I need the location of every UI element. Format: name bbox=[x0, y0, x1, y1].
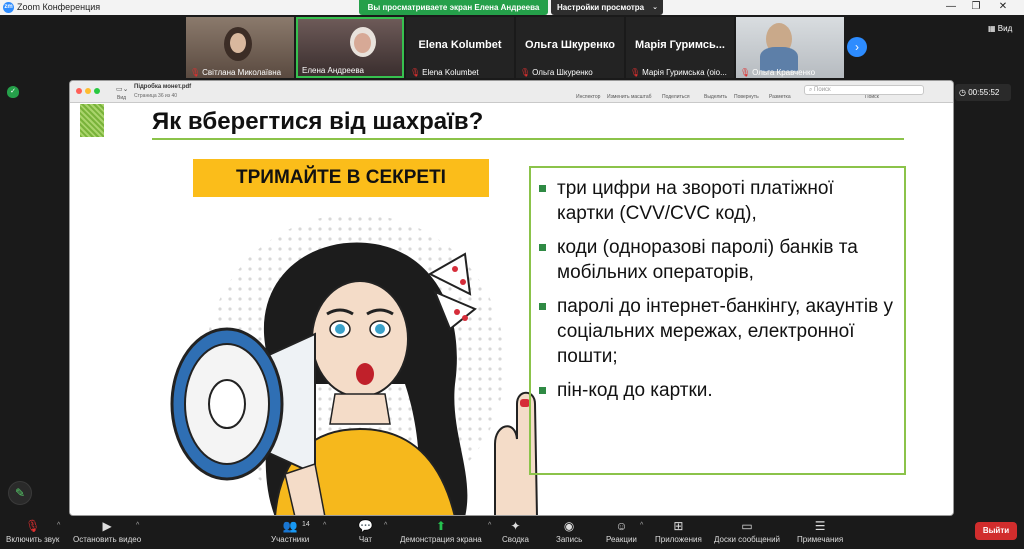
maximize-button[interactable]: ❐ bbox=[969, 1, 983, 12]
minimize-button[interactable]: — bbox=[944, 1, 958, 12]
share-button[interactable]: Поделиться bbox=[662, 94, 690, 100]
participant-name: Елена Андреева bbox=[302, 66, 364, 75]
keep-secret-banner: ТРИМАЙТЕ В СЕКРЕТІ bbox=[193, 159, 489, 197]
video-options-caret[interactable]: ^ bbox=[136, 522, 139, 529]
zoom-button[interactable]: Изменить масштаб bbox=[607, 94, 652, 100]
reactions-button[interactable]: ☺ Реакции bbox=[606, 517, 637, 544]
list-item: пін-код до картки. bbox=[539, 378, 894, 403]
list-item: три цифри на звороті платіжної картки (C… bbox=[539, 176, 894, 226]
video-camera-icon: ▶ bbox=[102, 519, 112, 533]
minimize-traffic-light[interactable] bbox=[85, 88, 91, 94]
participant-tile[interactable]: 🎙 Світлана Миколаївна bbox=[186, 17, 294, 78]
whiteboard-icon: ▭ bbox=[741, 519, 753, 533]
annotate-pen-icon[interactable]: ✎ bbox=[8, 481, 32, 505]
rotate-button[interactable]: Повернуть bbox=[734, 94, 759, 100]
mic-off-icon: 🎙 bbox=[520, 68, 531, 77]
mic-off-icon: 🎙 bbox=[410, 68, 421, 77]
participant-display-name: Ольга Шкуренко bbox=[524, 39, 615, 51]
view-button[interactable]: ▦ Вид bbox=[988, 24, 1012, 33]
view-settings-button[interactable]: Настройки просмотра ⌄ bbox=[551, 0, 663, 15]
participant-tile[interactable]: Ольга Шкуренко 🎙 Ольга Шкуренко bbox=[516, 17, 624, 78]
view-settings-label: Настройки просмотра bbox=[557, 3, 645, 12]
megaphone bbox=[170, 327, 326, 515]
mic-off-icon: 🎙 bbox=[25, 519, 41, 533]
participant-tile-active-speaker[interactable]: Елена Андреева bbox=[296, 17, 404, 78]
summary-icon: ✦ bbox=[510, 519, 521, 533]
inspector-button[interactable]: Инспектор bbox=[576, 94, 600, 100]
tips-list: три цифри на звороті платіжної картки (C… bbox=[529, 166, 906, 475]
unmute-button[interactable]: 🎙 Включить звук bbox=[6, 517, 59, 544]
page-indicator: Страница 36 из 40 bbox=[134, 93, 178, 99]
view-menu-label[interactable]: Вид bbox=[117, 95, 126, 101]
mic-off-icon: 🎙 bbox=[190, 68, 201, 77]
whiteboards-button[interactable]: ▭ Доски сообщений bbox=[714, 517, 780, 544]
participant-name: 🎙 Elena Kolumbet bbox=[410, 68, 479, 77]
decorative-pattern bbox=[80, 104, 104, 137]
meeting-controls: 🎙 Включить звук ^ ▶ Остановить видео ^ 👥… bbox=[0, 517, 1024, 549]
participant-face bbox=[230, 33, 246, 53]
record-icon: ◉ bbox=[563, 519, 575, 533]
grid-icon: ▦ bbox=[988, 24, 996, 33]
window-title: Zoom Конференция bbox=[17, 2, 101, 12]
record-button[interactable]: ◉ Запись bbox=[556, 517, 582, 544]
document-filename: Підробка монет.pdf bbox=[134, 84, 192, 90]
emoji-icon: ☺ bbox=[615, 519, 628, 533]
apps-button[interactable]: ⊞ Приложения bbox=[655, 517, 702, 544]
participant-name: 🎙 Ольга Кравченко bbox=[740, 68, 816, 77]
participant-name: 🎙 Марія Гуримська (оіо... bbox=[630, 68, 727, 77]
close-button[interactable]: ✕ bbox=[996, 1, 1010, 12]
share-screen-icon: ⬆ bbox=[435, 519, 446, 533]
leave-meeting-button[interactable]: Выйти bbox=[975, 522, 1017, 540]
clock-icon: ◷ bbox=[959, 88, 966, 97]
markup-button[interactable]: Разметка bbox=[769, 94, 791, 100]
notes-button[interactable]: ☰ Примечания bbox=[797, 517, 843, 544]
search-input[interactable]: ⌕ Поиск bbox=[804, 85, 924, 95]
share-caret[interactable]: ^ bbox=[488, 522, 491, 529]
chat-button[interactable]: 💬 Чат bbox=[358, 517, 373, 544]
stop-video-button[interactable]: ▶ Остановить видео bbox=[73, 517, 141, 544]
mic-off-icon: 🎙 bbox=[740, 68, 751, 77]
reactions-caret[interactable]: ^ bbox=[640, 522, 643, 529]
participant-strip: 🎙 Світлана Миколаївна Елена Андреева Elen… bbox=[186, 17, 846, 78]
participant-face bbox=[354, 33, 371, 53]
list-item: паролі до інтернет-банкінгу, акаунтів у … bbox=[539, 296, 893, 367]
zoom-traffic-light[interactable] bbox=[94, 88, 100, 94]
participants-count: 14 bbox=[302, 521, 310, 528]
participant-tile[interactable]: 🎙 Ольга Кравченко bbox=[736, 17, 844, 78]
participant-name: 🎙 Ольга Шкуренко bbox=[520, 68, 593, 77]
woman-megaphone-illustration bbox=[170, 214, 538, 515]
meeting-timer: ◷ 00:55:52 bbox=[955, 84, 1011, 101]
shared-screen: ▭⌄ Вид Підробка монет.pdf Страница 36 из… bbox=[69, 80, 954, 516]
screen-share-banner: Вы просматриваете экран Елена Андреева bbox=[359, 0, 548, 15]
participant-tile[interactable]: Elena Kolumbet 🎙 Elena Kolumbet bbox=[406, 17, 514, 78]
chat-caret[interactable]: ^ bbox=[384, 522, 387, 529]
participant-display-name: Марія Гуримсь... bbox=[635, 39, 725, 51]
zoom-icon: zm bbox=[3, 2, 14, 13]
audio-options-caret[interactable]: ^ bbox=[57, 522, 60, 529]
chat-icon: 💬 bbox=[358, 519, 373, 533]
close-traffic-light[interactable] bbox=[76, 88, 82, 94]
security-shield-icon[interactable]: ✓ bbox=[7, 86, 19, 98]
participant-name: 🎙 Світлана Миколаївна bbox=[190, 68, 282, 77]
highlight-button[interactable]: Выделить bbox=[704, 94, 727, 100]
notes-icon: ☰ bbox=[814, 519, 826, 533]
apps-icon: ⊞ bbox=[673, 519, 684, 533]
slide-title: Як вберегтися від шахраїв? bbox=[152, 108, 484, 135]
summary-button[interactable]: ✦ Сводка bbox=[502, 517, 529, 544]
title-divider bbox=[152, 138, 904, 140]
participant-tile[interactable]: Марія Гуримсь... 🎙 Марія Гуримська (оіо..… bbox=[626, 17, 734, 78]
participant-display-name: Elena Kolumbet bbox=[418, 39, 502, 51]
share-screen-button[interactable]: ⬆ Демонстрация экрана bbox=[400, 517, 482, 544]
sidebar-icon[interactable]: ▭⌄ bbox=[116, 85, 128, 93]
search-icon: ⌕ bbox=[809, 87, 813, 93]
list-item: коди (одноразові паролі) банків та мобіл… bbox=[539, 235, 894, 285]
participants-caret[interactable]: ^ bbox=[323, 522, 326, 529]
window-titlebar: zm Zoom Конференция Вы просматриваете эк… bbox=[0, 0, 1024, 15]
presentation-slide: Як вберегтися від шахраїв? ТРИМАЙТЕ В СЕ… bbox=[70, 104, 953, 515]
mic-off-icon: 🎙 bbox=[630, 68, 641, 77]
next-page-arrow-icon[interactable]: › bbox=[847, 37, 867, 57]
chevron-down-icon: ⌄ bbox=[652, 4, 658, 11]
pdf-viewer-toolbar: ▭⌄ Вид Підробка монет.pdf Страница 36 из… bbox=[70, 81, 953, 103]
